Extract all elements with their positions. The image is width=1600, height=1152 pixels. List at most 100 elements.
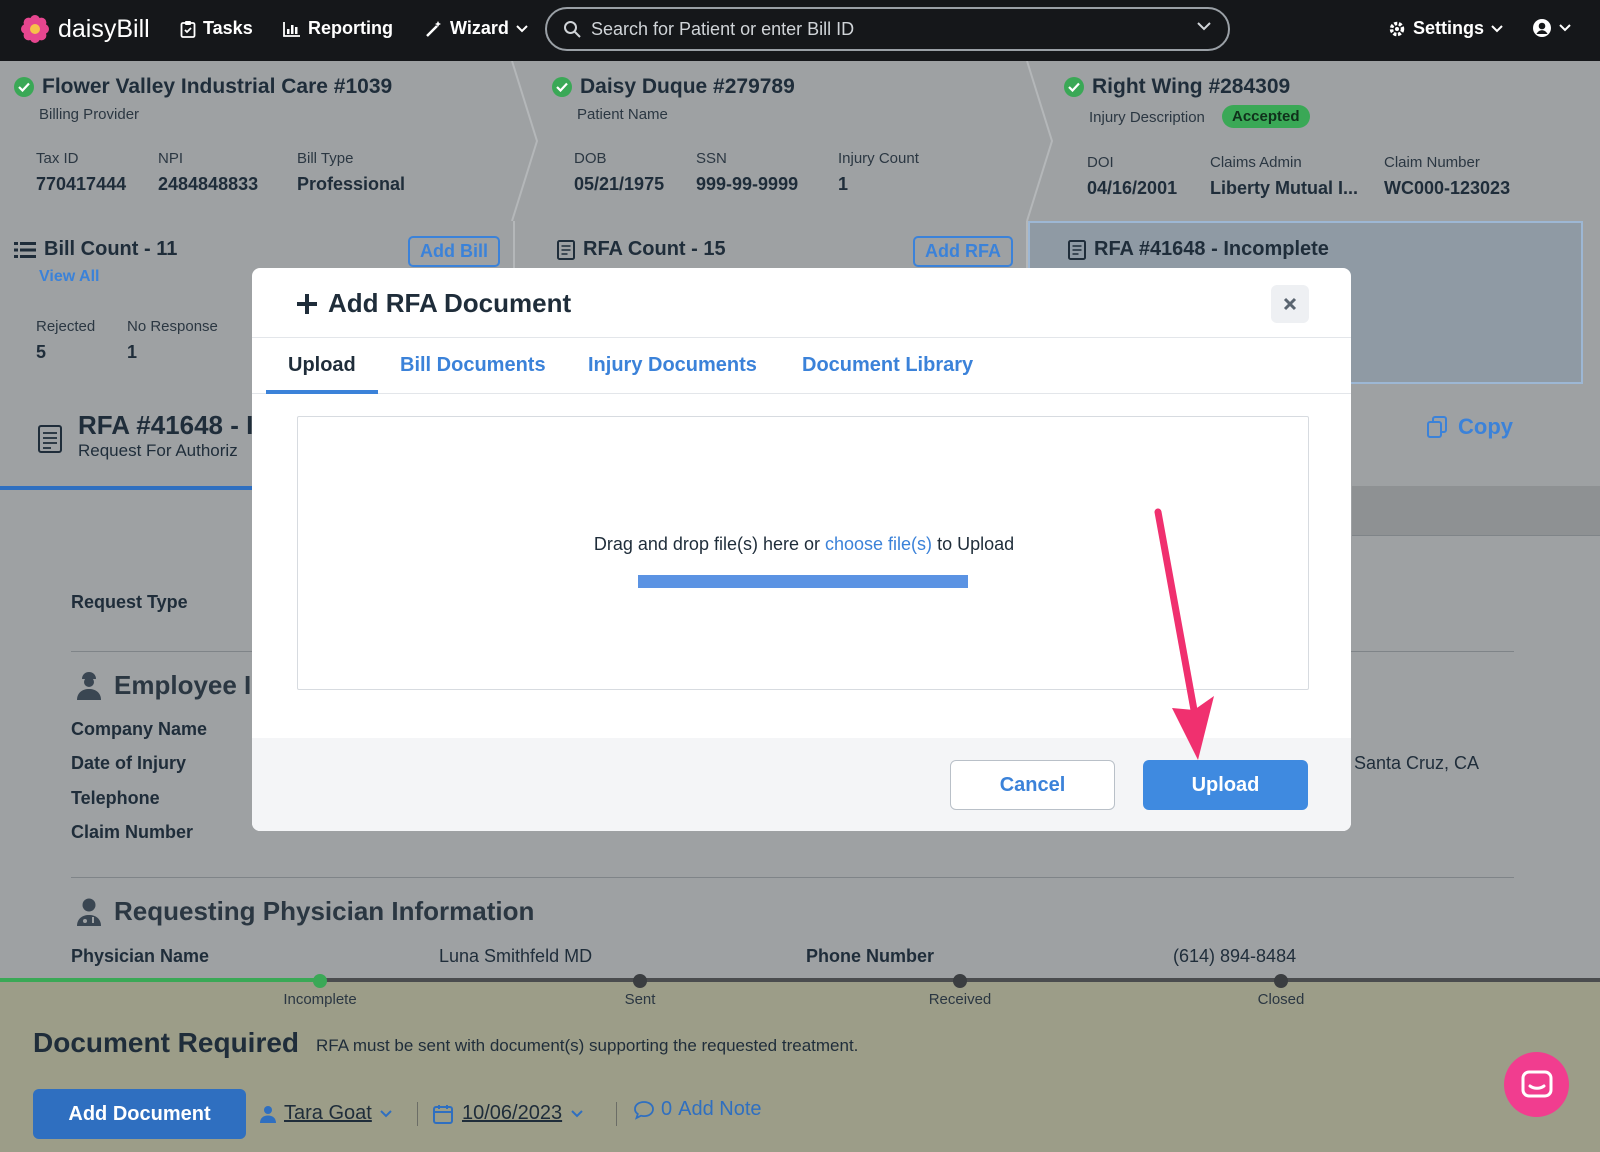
patient-panel[interactable]: Daisy Duque #279789 Patient Name DOB 05/… xyxy=(540,61,1040,221)
check-circle-icon xyxy=(14,77,34,97)
chevron-separator xyxy=(511,61,539,221)
add-note-link[interactable]: 0 Add Note xyxy=(633,1098,762,1121)
rfa-count-title-row: RFA Count - 15 xyxy=(557,238,726,261)
patient-title-row: Daisy Duque #279789 xyxy=(552,75,795,99)
document-required-text: RFA must be sent with document(s) suppor… xyxy=(316,1036,859,1055)
divider xyxy=(616,1102,617,1126)
magic-wand-icon xyxy=(426,20,441,37)
note-count: 0 xyxy=(661,1098,673,1120)
check-circle-icon xyxy=(552,77,572,97)
physician-name-label: Physician Name xyxy=(71,946,210,966)
rfa-count-title: RFA Count - 15 xyxy=(583,238,726,260)
phone-number-label: Phone Number xyxy=(806,946,935,966)
nav-settings-label: Settings xyxy=(1413,18,1485,38)
bill-count-title: Bill Count - 11 xyxy=(44,238,178,260)
injury-panel[interactable]: Right Wing #284309 Injury Description Ac… xyxy=(1050,61,1600,221)
tab-injury-documents[interactable]: Injury Documents xyxy=(588,354,757,377)
employee-section-heading: Employee I xyxy=(76,670,251,701)
assignee-name: Tara Goat xyxy=(284,1102,372,1124)
nav-reporting[interactable]: Reporting xyxy=(283,18,393,39)
add-rfa-button[interactable]: Add RFA xyxy=(913,236,1013,267)
tax-id-label: Tax ID xyxy=(36,150,79,167)
brand-logo[interactable]: daisyBill xyxy=(20,14,150,44)
patient-subtitle: Patient Name xyxy=(577,106,668,123)
nav-wizard[interactable]: Wizard xyxy=(425,18,528,39)
date-of-injury-label: Date of Injury xyxy=(71,753,187,773)
tab-document-library[interactable]: Document Library xyxy=(802,354,973,377)
provider-title: Flower Valley Industrial Care #1039 xyxy=(42,75,393,98)
dob-value: 05/21/1975 xyxy=(574,174,665,194)
timeline-step-dot xyxy=(633,974,647,988)
search-input[interactable]: Search for Patient or enter Bill ID xyxy=(545,7,1230,51)
nav-tasks[interactable]: Tasks xyxy=(180,18,253,39)
add-note-label: Add Note xyxy=(678,1098,762,1120)
upload-progress-bar xyxy=(638,575,968,588)
document-required-title: Document Required xyxy=(33,1027,300,1058)
search-placeholder: Search for Patient or enter Bill ID xyxy=(591,18,855,39)
claims-admin-value: Liberty Mutual I... xyxy=(1210,178,1359,198)
summary-header: Flower Valley Industrial Care #1039 Bill… xyxy=(0,61,1600,221)
gear-icon xyxy=(1389,21,1405,36)
tab-upload[interactable]: Upload xyxy=(288,354,356,377)
company-name-label: Company Name xyxy=(71,719,208,739)
timeline-step-dot xyxy=(1274,974,1288,988)
close-button[interactable] xyxy=(1271,285,1309,323)
divider xyxy=(71,877,1514,878)
copy-label: Copy xyxy=(1458,414,1513,439)
rejected-label: Rejected xyxy=(36,318,96,335)
bar-chart-icon xyxy=(283,21,300,37)
employee-icon xyxy=(77,671,101,700)
section-tabs-strip xyxy=(1352,486,1600,536)
rejected-value: 5 xyxy=(36,342,47,362)
dropzone-prefix: Drag and drop file(s) here or xyxy=(593,534,820,554)
patient-title: Daisy Duque #279789 xyxy=(580,75,795,98)
injury-count-value: 1 xyxy=(838,174,849,194)
due-date-selector[interactable]: 10/06/2023 xyxy=(433,1102,583,1125)
clipboard-check-icon xyxy=(180,20,196,38)
chevron-down-icon xyxy=(380,1109,392,1117)
bill-type-value: Professional xyxy=(297,174,406,194)
billing-provider-panel[interactable]: Flower Valley Industrial Care #1039 Bill… xyxy=(0,61,535,221)
bill-type-label: Bill Type xyxy=(297,150,354,167)
calendar-icon xyxy=(433,1104,453,1124)
chat-launcher-button[interactable] xyxy=(1504,1052,1569,1117)
claim-number-row-label: Claim Number xyxy=(71,822,194,842)
no-response-label: No Response xyxy=(127,318,218,335)
active-tab-indicator xyxy=(266,390,378,394)
choose-files-link[interactable]: choose file(s) xyxy=(825,534,932,554)
injury-title: Right Wing #284309 xyxy=(1092,75,1291,98)
npi-value: 2484848833 xyxy=(158,174,259,194)
user-avatar-icon xyxy=(1533,19,1551,37)
dropzone-suffix: to Upload xyxy=(937,534,1015,554)
bill-count-title-row: Bill Count - 11 xyxy=(14,238,177,261)
user-menu[interactable] xyxy=(1532,18,1571,38)
claim-number-value: WC000-123023 xyxy=(1384,178,1511,198)
chat-icon xyxy=(1521,1070,1552,1097)
add-bill-button[interactable]: Add Bill xyxy=(408,236,500,267)
search-dropdown-chevron-icon[interactable] xyxy=(1196,21,1212,31)
rfa-detail-subtitle: Request For Authoriz xyxy=(78,441,238,460)
view-all-link[interactable]: View All xyxy=(39,268,99,286)
cancel-button[interactable]: Cancel xyxy=(950,760,1115,810)
copy-button[interactable]: Copy xyxy=(1426,414,1513,440)
plus-icon xyxy=(297,293,317,314)
modal-title: Add RFA Document xyxy=(328,288,572,318)
daisy-flower-icon xyxy=(21,15,49,43)
modal-title-row: Add RFA Document xyxy=(296,288,571,319)
nav-settings[interactable]: Settings xyxy=(1388,18,1503,39)
timeline-step-incomplete: Incomplete xyxy=(283,991,357,1008)
search-icon xyxy=(564,21,581,38)
timeline-step-sent: Sent xyxy=(624,991,656,1008)
add-document-button[interactable]: Add Document xyxy=(33,1089,246,1139)
annotation-arrow-icon xyxy=(1154,508,1214,760)
rfa-document-icon xyxy=(38,425,62,453)
chevron-down-icon xyxy=(1491,24,1503,32)
physician-icon xyxy=(77,898,101,926)
document-icon xyxy=(1068,239,1086,260)
chevron-down-icon xyxy=(1559,24,1571,32)
tab-bill-documents[interactable]: Bill Documents xyxy=(400,354,546,377)
assignee-selector[interactable]: Tara Goat xyxy=(260,1102,392,1125)
rfa-detail-title: RFA #41648 - I xyxy=(78,410,254,440)
provider-subtitle: Billing Provider xyxy=(39,106,140,123)
divider xyxy=(417,1102,418,1126)
